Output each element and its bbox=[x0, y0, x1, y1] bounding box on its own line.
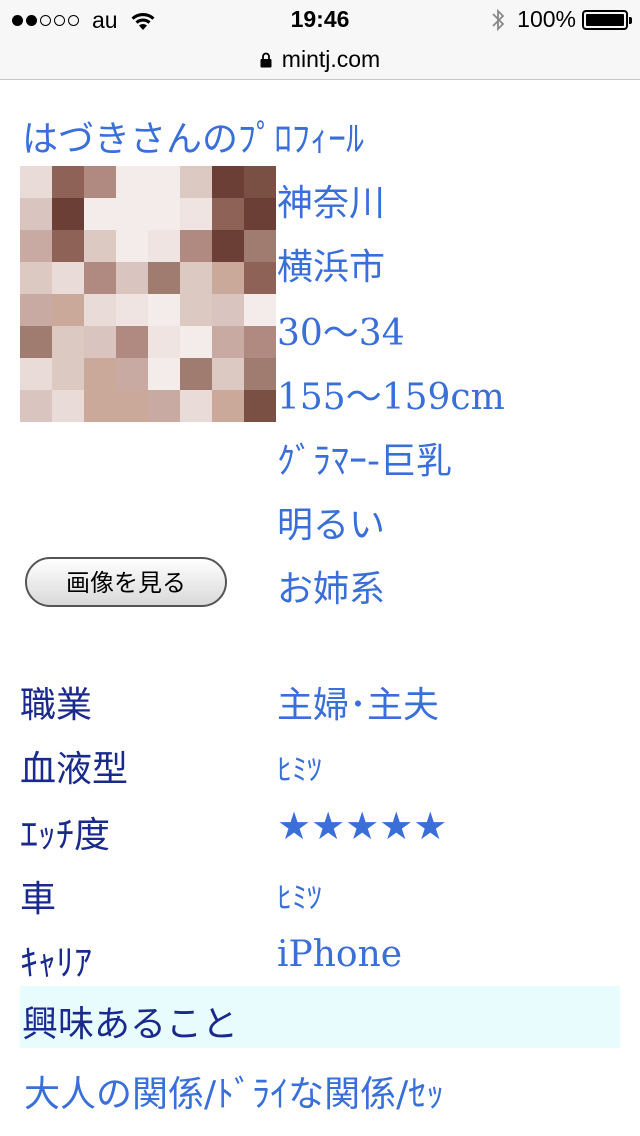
label-carrier: ｷｬﾘｱ bbox=[20, 943, 92, 984]
status-right: 100% bbox=[491, 6, 632, 33]
photo-pixel bbox=[20, 198, 52, 230]
photo-pixel bbox=[20, 230, 52, 262]
attr-style[interactable]: お姉系 bbox=[277, 560, 385, 612]
photo-pixel bbox=[244, 294, 276, 326]
attr-prefecture[interactable]: 神奈川 bbox=[277, 174, 385, 226]
photo-pixel bbox=[148, 166, 180, 198]
interests-header: 興味あること bbox=[20, 986, 620, 1048]
photo-pixel bbox=[244, 262, 276, 294]
photo-pixel bbox=[116, 198, 148, 230]
photo-pixel bbox=[244, 390, 276, 422]
attr-age[interactable]: 30～34 bbox=[277, 304, 405, 356]
photo-pixel bbox=[148, 358, 180, 390]
photo-pixel bbox=[180, 230, 212, 262]
label-car: 車 bbox=[20, 879, 57, 920]
photo-pixel bbox=[116, 294, 148, 326]
photo-pixel bbox=[84, 294, 116, 326]
photo-pixel bbox=[180, 294, 212, 326]
photo-pixel bbox=[148, 390, 180, 422]
attr-body-type[interactable]: ｸﾞﾗﾏｰ-巨乳 bbox=[277, 432, 452, 484]
battery-icon bbox=[582, 9, 632, 30]
photo-pixel bbox=[52, 390, 84, 422]
photo-pixel bbox=[116, 230, 148, 262]
value-blood-type[interactable]: ﾋﾐﾂ bbox=[277, 745, 322, 789]
photo-pixel bbox=[116, 166, 148, 198]
photo-pixel bbox=[84, 358, 116, 390]
label-h-level: ｴｯﾁ度 bbox=[20, 815, 111, 856]
interests-text[interactable]: 大人の関係/ﾄﾞﾗｲな関係/ｾｯ bbox=[24, 1065, 444, 1117]
photo-pixel bbox=[244, 230, 276, 262]
battery-percent: 100% bbox=[517, 6, 576, 32]
photo-pixel bbox=[180, 326, 212, 358]
photo-pixel bbox=[180, 166, 212, 198]
photo-pixel bbox=[180, 390, 212, 422]
photo-pixel bbox=[148, 198, 180, 230]
photo-pixel bbox=[116, 262, 148, 294]
photo-pixel bbox=[244, 358, 276, 390]
photo-pixel bbox=[52, 198, 84, 230]
photo-pixel bbox=[244, 166, 276, 198]
photo-pixel bbox=[20, 166, 52, 198]
photo-pixel bbox=[84, 198, 116, 230]
photo-pixel bbox=[20, 326, 52, 358]
photo-pixel bbox=[116, 326, 148, 358]
photo-pixel bbox=[148, 262, 180, 294]
label-blood-type: 血液型 bbox=[20, 749, 129, 790]
photo-pixel bbox=[212, 390, 244, 422]
photo-pixel bbox=[84, 262, 116, 294]
bluetooth-icon bbox=[492, 8, 505, 31]
photo-pixel bbox=[212, 198, 244, 230]
photo-pixel bbox=[20, 262, 52, 294]
url-text: mintj.com bbox=[281, 46, 381, 72]
attr-height[interactable]: 155～159cm bbox=[277, 368, 505, 420]
photo-pixel bbox=[116, 358, 148, 390]
photo-pixel bbox=[20, 358, 52, 390]
photo-pixel bbox=[84, 230, 116, 262]
photo-pixel bbox=[244, 198, 276, 230]
value-carrier[interactable]: iPhone bbox=[277, 934, 402, 975]
photo-pixel bbox=[52, 166, 84, 198]
photo-pixel bbox=[180, 198, 212, 230]
photo-pixel bbox=[212, 294, 244, 326]
photo-pixel bbox=[116, 390, 148, 422]
profile-photo[interactable] bbox=[20, 166, 276, 422]
value-car[interactable]: ﾋﾐﾂ bbox=[277, 873, 322, 917]
photo-pixel bbox=[148, 326, 180, 358]
photo-pixel bbox=[148, 230, 180, 262]
status-bar: au 19:46 100% bbox=[0, 0, 640, 40]
photo-pixel bbox=[180, 262, 212, 294]
view-image-button[interactable]: 画像を見る bbox=[25, 557, 227, 607]
photo-pixel bbox=[52, 326, 84, 358]
photo-pixel bbox=[52, 262, 84, 294]
photo-pixel bbox=[84, 166, 116, 198]
photo-pixel bbox=[212, 358, 244, 390]
interests-heading: 興味あること bbox=[22, 1004, 239, 1045]
photo-pixel bbox=[84, 390, 116, 422]
value-occupation[interactable]: 主婦･主夫 bbox=[277, 676, 439, 728]
photo-pixel bbox=[180, 358, 212, 390]
value-h-level-stars[interactable]: ★★★★★ bbox=[277, 804, 447, 848]
photo-pixel bbox=[244, 326, 276, 358]
photo-pixel bbox=[148, 294, 180, 326]
photo-pixel bbox=[20, 390, 52, 422]
attr-personality[interactable]: 明るい bbox=[277, 496, 385, 548]
photo-pixel bbox=[212, 262, 244, 294]
photo-pixel bbox=[212, 166, 244, 198]
photo-pixel bbox=[52, 230, 84, 262]
attr-city[interactable]: 横浜市 bbox=[277, 238, 385, 290]
label-occupation: 職業 bbox=[20, 685, 93, 726]
photo-pixel bbox=[52, 294, 84, 326]
profile-title[interactable]: はづきさんのﾌﾟﾛﾌｨｰﾙ bbox=[22, 110, 364, 162]
photo-pixel bbox=[84, 326, 116, 358]
photo-pixel bbox=[212, 326, 244, 358]
lock-icon bbox=[260, 52, 272, 67]
photo-pixel bbox=[52, 358, 84, 390]
photo-pixel bbox=[212, 230, 244, 262]
address-bar[interactable]: mintj.com bbox=[0, 40, 640, 80]
photo-pixel bbox=[20, 294, 52, 326]
